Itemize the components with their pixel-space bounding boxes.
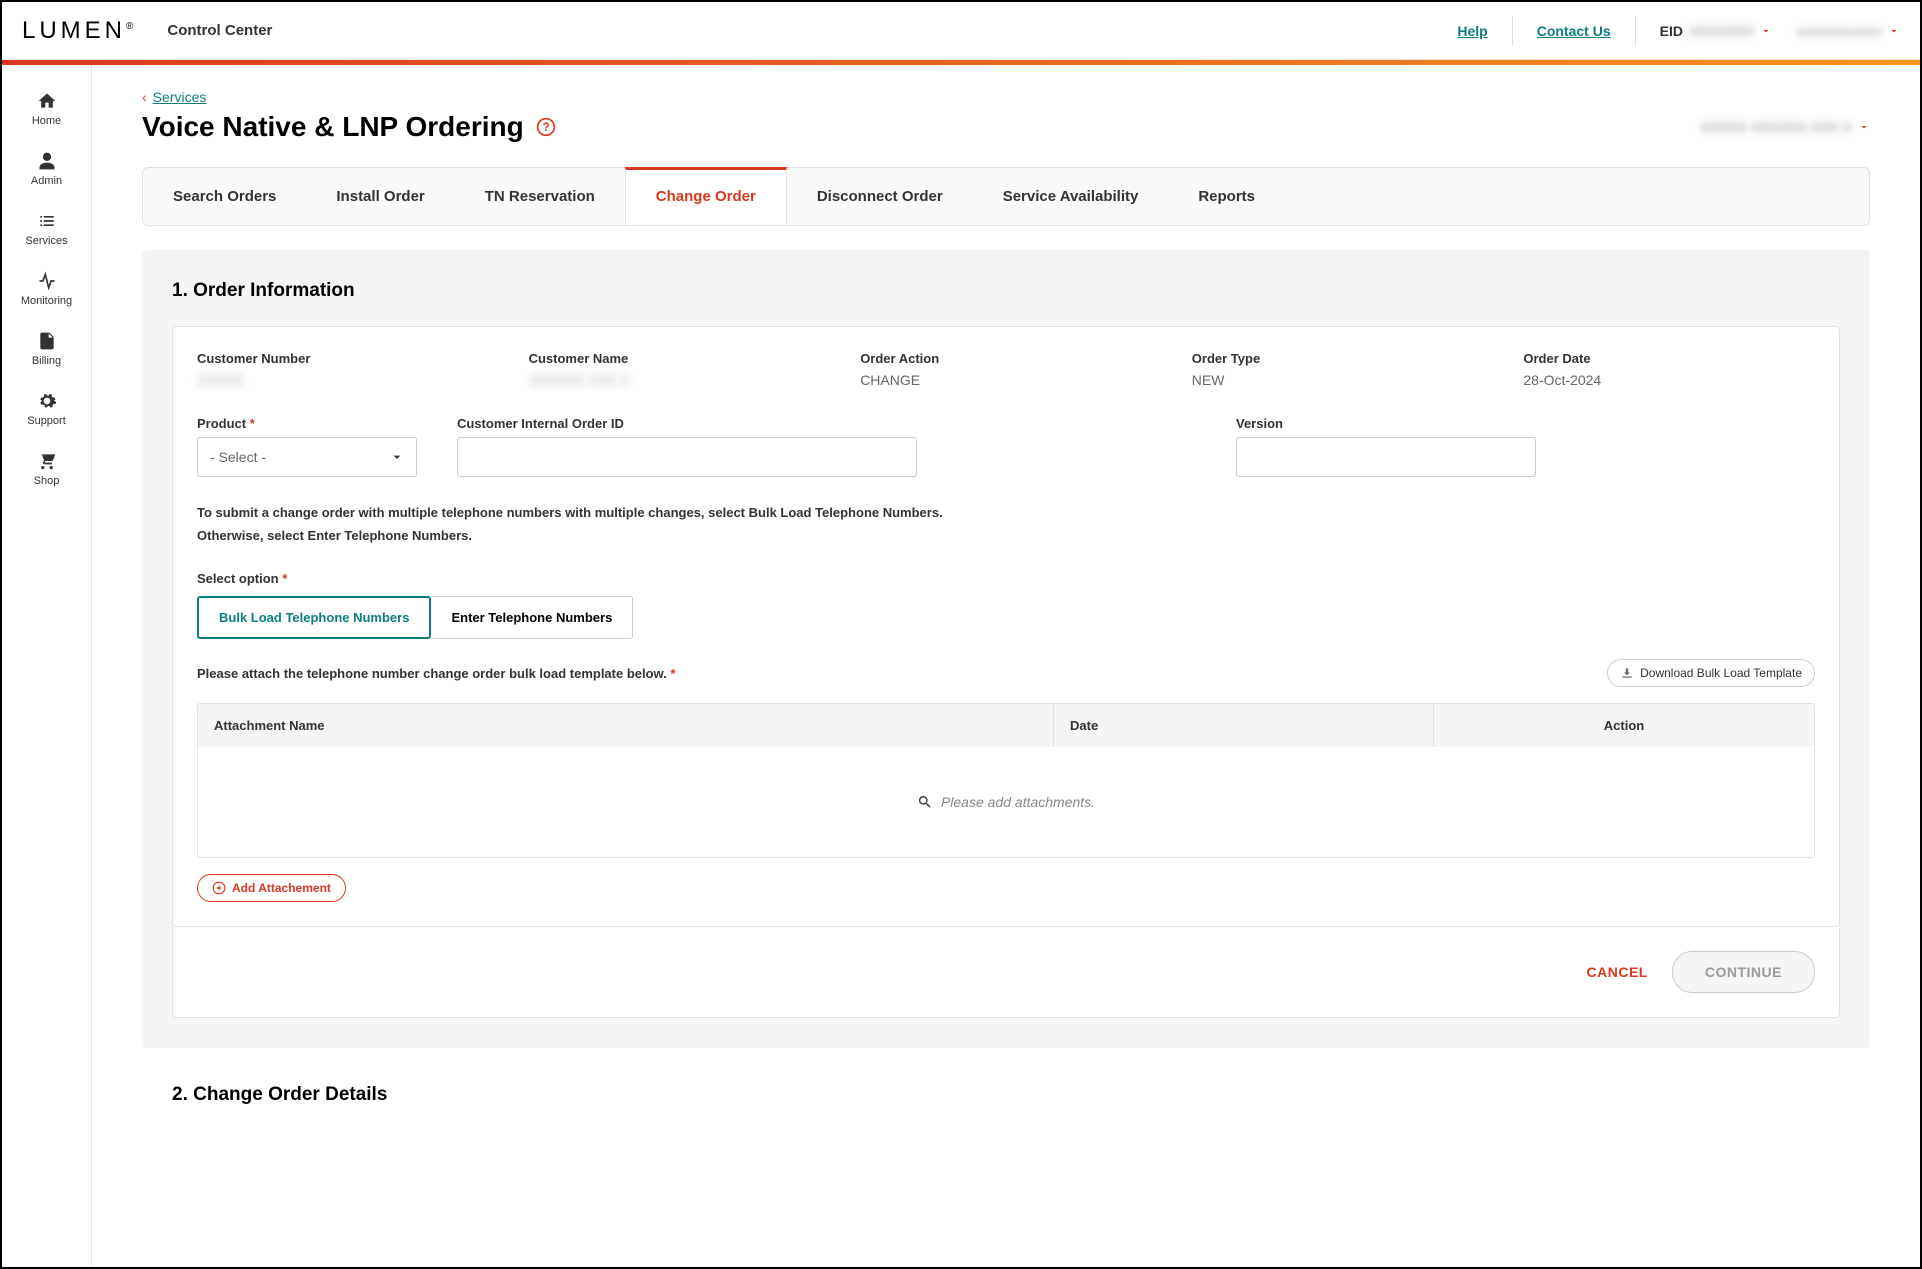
customer-name-label: Customer Name xyxy=(529,351,821,366)
plus-circle-icon xyxy=(212,881,226,895)
action-bar: CANCEL CONTINUE xyxy=(172,927,1840,1018)
chevron-left-icon: ‹ xyxy=(142,89,147,105)
tab-reports[interactable]: Reports xyxy=(1168,168,1285,225)
document-icon xyxy=(37,331,57,351)
product-select[interactable]: - Select - xyxy=(197,437,417,477)
sidebar-item-home[interactable]: Home xyxy=(2,79,91,139)
col-attachment-name: Attachment Name xyxy=(198,704,1054,747)
search-icon xyxy=(917,794,933,810)
breadcrumb-services-link[interactable]: Services xyxy=(153,89,207,105)
tab-tn-reservation[interactable]: TN Reservation xyxy=(455,168,625,225)
chevron-down-icon xyxy=(1760,25,1772,37)
section-2-title: 2. Change Order Details xyxy=(142,1064,1870,1126)
customer-name-value: XXXXXX XXX X xyxy=(529,372,821,388)
customer-number-value: XXXXX xyxy=(197,372,489,388)
eid-dropdown[interactable]: EID XXXXXXX xyxy=(1660,23,1773,39)
home-icon xyxy=(37,91,57,111)
sidebar-item-label: Services xyxy=(25,235,67,247)
sidebar-item-label: Monitoring xyxy=(21,295,72,307)
download-icon xyxy=(1620,666,1634,680)
customer-number-label: Customer Number xyxy=(197,351,489,366)
tabs: Search Orders Install Order TN Reservati… xyxy=(142,167,1870,226)
col-action: Action xyxy=(1434,704,1814,747)
divider xyxy=(1635,16,1636,46)
order-action-label: Order Action xyxy=(860,351,1152,366)
sidebar-item-label: Home xyxy=(32,115,61,127)
header-bar: LUMEN® Control Center Help Contact Us EI… xyxy=(2,2,1920,60)
page-title: Voice Native & LNP Ordering xyxy=(142,111,524,143)
option-toggle-group: Bulk Load Telephone Numbers Enter Teleph… xyxy=(197,596,1815,639)
add-attachment-button[interactable]: Add Attachement xyxy=(197,874,346,902)
list-icon xyxy=(37,211,57,231)
sidebar-item-billing[interactable]: Billing xyxy=(2,319,91,379)
user-icon xyxy=(37,151,57,171)
internal-order-label: Customer Internal Order ID xyxy=(457,416,917,431)
order-date-value: 28-Oct-2024 xyxy=(1523,372,1815,388)
sidebar: Home Admin Services Monitoring Billing S… xyxy=(2,65,92,1267)
select-option-label: Select option * xyxy=(197,571,1815,586)
tab-service-availability[interactable]: Service Availability xyxy=(973,168,1169,225)
sidebar-item-services[interactable]: Services xyxy=(2,199,91,259)
sidebar-item-label: Admin xyxy=(31,175,62,187)
col-date: Date xyxy=(1054,704,1434,747)
svg-text:?: ? xyxy=(542,121,549,134)
tab-change-order[interactable]: Change Order xyxy=(625,167,787,225)
order-type-label: Order Type xyxy=(1192,351,1484,366)
download-template-button[interactable]: Download Bulk Load Template xyxy=(1607,659,1815,687)
attach-label: Please attach the telephone number chang… xyxy=(197,666,675,681)
contact-us-link[interactable]: Contact Us xyxy=(1537,23,1611,39)
chevron-down-icon xyxy=(1888,25,1900,37)
bulk-load-button[interactable]: Bulk Load Telephone Numbers xyxy=(197,596,431,639)
order-action-value: CHANGE xyxy=(860,372,1152,388)
help-circle-icon[interactable]: ? xyxy=(536,117,556,137)
sidebar-item-label: Support xyxy=(27,415,66,427)
header-title: Control Center xyxy=(167,22,272,39)
sidebar-item-support[interactable]: Support xyxy=(2,379,91,439)
chevron-down-icon xyxy=(1858,121,1870,133)
attachments-table: Attachment Name Date Action Please add a… xyxy=(197,703,1815,858)
continue-button[interactable]: CONTINUE xyxy=(1672,951,1815,993)
section-title: 1. Order Information xyxy=(172,280,1840,302)
logo: LUMEN® xyxy=(22,17,137,45)
order-type-value: NEW xyxy=(1192,372,1484,388)
account-selector[interactable]: XXXXX XXXXXX XXX X xyxy=(1700,119,1870,135)
version-label: Version xyxy=(1236,416,1536,431)
tab-install-order[interactable]: Install Order xyxy=(306,168,454,225)
product-label: Product * xyxy=(197,416,417,431)
enter-numbers-button[interactable]: Enter Telephone Numbers xyxy=(431,596,633,639)
order-info-panel: Customer Number XXXXX Customer Name XXXX… xyxy=(172,326,1840,927)
breadcrumb: ‹ Services xyxy=(142,89,1870,105)
tab-search-orders[interactable]: Search Orders xyxy=(143,168,306,225)
main-content: ‹ Services Voice Native & LNP Ordering ?… xyxy=(92,65,1920,1267)
tab-disconnect-order[interactable]: Disconnect Order xyxy=(787,168,973,225)
info-text-2: Otherwise, select Enter Telephone Number… xyxy=(197,528,1815,543)
version-input[interactable] xyxy=(1236,437,1536,477)
activity-icon xyxy=(37,271,57,291)
internal-order-input[interactable] xyxy=(457,437,917,477)
sidebar-item-label: Shop xyxy=(34,475,60,487)
cart-icon xyxy=(37,451,57,471)
sidebar-item-label: Billing xyxy=(32,355,61,367)
table-empty-state: Please add attachments. xyxy=(198,747,1814,857)
sidebar-item-shop[interactable]: Shop xyxy=(2,439,91,499)
sidebar-item-monitoring[interactable]: Monitoring xyxy=(2,259,91,319)
help-link[interactable]: Help xyxy=(1457,23,1487,39)
gear-icon xyxy=(37,391,57,411)
section-order-information: 1. Order Information Customer Number XXX… xyxy=(142,250,1870,1048)
cancel-button[interactable]: CANCEL xyxy=(1587,964,1648,980)
order-date-label: Order Date xyxy=(1523,351,1815,366)
divider xyxy=(1512,16,1513,46)
info-text-1: To submit a change order with multiple t… xyxy=(197,505,1815,520)
user-dropdown[interactable]: xxxxxxxxxxx xyxy=(1796,23,1900,39)
sidebar-item-admin[interactable]: Admin xyxy=(2,139,91,199)
